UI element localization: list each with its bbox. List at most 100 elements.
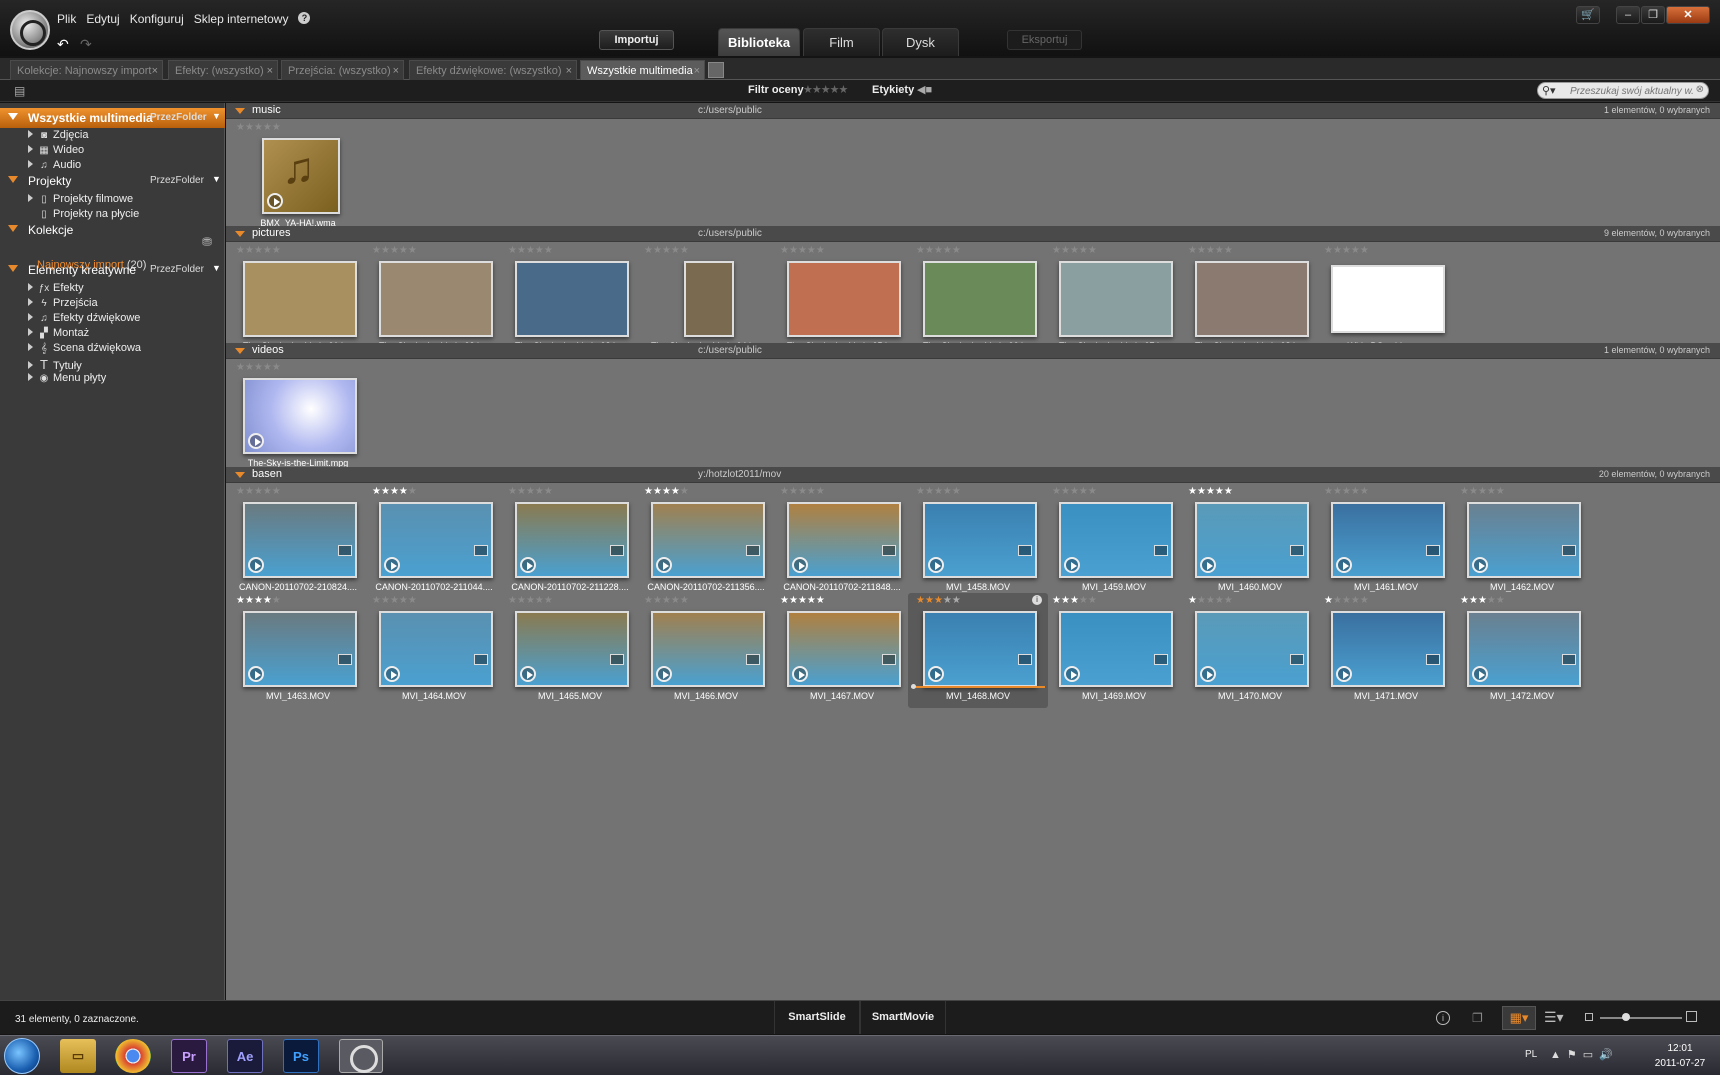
rating-stars[interactable]: ★★★★★ bbox=[1324, 595, 1369, 606]
rating-stars[interactable]: ★★★★★ bbox=[372, 595, 417, 606]
sidebar-item-transitions[interactable]: ϟ Przejścia bbox=[28, 297, 98, 313]
expand-arrow-icon[interactable] bbox=[28, 343, 33, 351]
stack-view-icon[interactable]: ❐ bbox=[1472, 1011, 1488, 1025]
rating-stars[interactable]: ★★★★★ bbox=[1460, 486, 1505, 497]
close-tab-icon[interactable]: × bbox=[152, 61, 158, 80]
media-item[interactable]: ★★★★★ MVI_1459.MOV bbox=[1044, 484, 1184, 599]
zoom-slider-handle[interactable] bbox=[1622, 1013, 1630, 1021]
play-icon[interactable] bbox=[1472, 666, 1488, 682]
sidebar-creative-elements[interactable]: Elementy kreatywne PrzezFolder ▼ bbox=[0, 260, 225, 280]
media-item[interactable]: ★★★★★ CANON-20110702-211044.... bbox=[364, 484, 504, 599]
expand-arrow-icon[interactable] bbox=[28, 373, 33, 381]
expand-icon[interactable] bbox=[8, 225, 18, 232]
search-box[interactable]: ⚲▾ ⊗ bbox=[1537, 82, 1709, 99]
media-item[interactable]: ★★★★★ MVI_1461.MOV bbox=[1316, 484, 1456, 599]
clear-icon[interactable]: ⊗ bbox=[1696, 84, 1704, 95]
thumbnail[interactable] bbox=[1059, 261, 1173, 337]
thumbnail[interactable] bbox=[1467, 502, 1581, 578]
media-item[interactable]: ★★★★★ MVI_1471.MOV bbox=[1316, 593, 1456, 708]
undo-icon[interactable]: ↶ bbox=[57, 36, 69, 53]
thumbnail[interactable] bbox=[1331, 502, 1445, 578]
media-item[interactable]: ★★★★★ The-Sky-is-the-Limit.mpg bbox=[228, 360, 368, 475]
group-header[interactable]: videos c:/users/public 1 elementów, 0 wybr… bbox=[226, 343, 1720, 359]
sidebar-item-sound-effects[interactable]: ♫ Efekty dźwiękowe bbox=[28, 312, 140, 328]
thumbnail[interactable] bbox=[243, 378, 357, 454]
sidebar-item-effects[interactable]: ƒx Efekty bbox=[28, 282, 84, 298]
clock-date[interactable]: 2011-07-27 bbox=[1645, 1058, 1715, 1069]
thumbnail[interactable] bbox=[1195, 261, 1309, 337]
rating-stars[interactable]: ★★★★★ bbox=[236, 245, 281, 256]
play-icon[interactable] bbox=[248, 666, 264, 682]
rating-stars[interactable]: ★★★★★ bbox=[1324, 486, 1369, 497]
play-icon[interactable] bbox=[1336, 666, 1352, 682]
rating-stars[interactable]: ★★★★★ bbox=[916, 245, 961, 256]
thumbnail[interactable] bbox=[1059, 502, 1173, 578]
collapse-icon[interactable] bbox=[235, 108, 245, 114]
subtab-effects[interactable]: Efekty: (wszystko) × bbox=[168, 60, 278, 80]
play-icon[interactable] bbox=[248, 557, 264, 573]
sidebar-all-media[interactable]: Wszystkie multimedia PrzezFolder ▼ bbox=[0, 108, 225, 128]
subtab-transitions[interactable]: Przejścia: (wszystko) × bbox=[281, 60, 404, 80]
play-icon[interactable] bbox=[384, 666, 400, 682]
dropdown-icon[interactable]: ▼ bbox=[212, 263, 221, 273]
search-input[interactable] bbox=[1570, 84, 1694, 98]
expand-arrow-icon[interactable] bbox=[28, 283, 33, 291]
thumbnail[interactable] bbox=[923, 611, 1037, 687]
rating-stars[interactable]: ★★★★★ bbox=[508, 245, 553, 256]
smartmovie-button[interactable]: SmartMovie bbox=[860, 1001, 946, 1034]
media-item[interactable]: ★★★★★ CANON-20110702-211848.... bbox=[772, 484, 912, 599]
close-tab-icon[interactable]: × bbox=[694, 61, 700, 80]
media-item[interactable]: ★★★★★The-Sky-is-the-Limit_08.jpg bbox=[1180, 243, 1320, 358]
app-logo[interactable] bbox=[10, 10, 50, 50]
view-mode[interactable]: PrzezFolder bbox=[150, 112, 207, 123]
sidebar-item-titles[interactable]: T Tytuły bbox=[28, 357, 82, 373]
thumbnail[interactable] bbox=[1195, 502, 1309, 578]
maximize-button[interactable]: ❐ bbox=[1641, 6, 1665, 24]
thumbnail[interactable] bbox=[515, 261, 629, 337]
rating-stars[interactable]: ★★★★★ bbox=[644, 595, 689, 606]
expand-arrow-icon[interactable] bbox=[28, 160, 33, 168]
rating-stars[interactable]: ★★★★★ bbox=[508, 595, 553, 606]
play-icon[interactable] bbox=[928, 666, 944, 682]
rating-stars[interactable]: ★★★★★ bbox=[1052, 595, 1097, 606]
after-effects-icon[interactable]: Ae bbox=[227, 1039, 263, 1073]
sidebar-item-video[interactable]: ▦ Wideo bbox=[28, 144, 84, 160]
minimize-button[interactable]: – bbox=[1616, 6, 1640, 24]
smartslide-button[interactable]: SmartSlide bbox=[774, 1001, 860, 1034]
expand-arrow-icon[interactable] bbox=[28, 130, 33, 138]
rating-stars[interactable]: ★★★★★ bbox=[1188, 486, 1233, 497]
media-item[interactable]: ★★★★★ MVI_1458.MOV bbox=[908, 484, 1048, 599]
chrome-icon[interactable] bbox=[115, 1039, 151, 1073]
new-tab-icon[interactable] bbox=[708, 62, 724, 78]
media-item[interactable]: ★★★★★ MVI_1466.MOV bbox=[636, 593, 776, 708]
rating-stars[interactable]: ★★★★★ bbox=[780, 595, 825, 606]
media-item[interactable]: ★★★★★ CANON-20110702-211356.... bbox=[636, 484, 776, 599]
rating-stars[interactable]: ★★★★★ bbox=[236, 595, 281, 606]
rating-stars[interactable]: ★★★★★ bbox=[1460, 595, 1505, 606]
thumbnail[interactable] bbox=[1195, 611, 1309, 687]
media-item[interactable]: ★★★★★The-Sky-is-the-Limit_02.jpg bbox=[364, 243, 504, 358]
rating-filter-stars[interactable]: ★★★★★ bbox=[803, 83, 848, 96]
play-icon[interactable] bbox=[520, 557, 536, 573]
group-header[interactable]: basen y:/hotzlot2011/mov 20 elementów, 0 w… bbox=[226, 467, 1720, 483]
rating-stars[interactable]: ★★★★★ bbox=[236, 122, 281, 133]
media-item[interactable]: ★★★★★ MVI_1472.MOV bbox=[1452, 593, 1592, 708]
subtab-all-media[interactable]: Wszystkie multimedia × bbox=[580, 60, 705, 80]
add-collection-icon[interactable]: ⛃ bbox=[202, 235, 212, 249]
expand-arrow-icon[interactable] bbox=[28, 361, 33, 369]
expand-arrow-icon[interactable] bbox=[28, 328, 33, 336]
thumbnail[interactable] bbox=[1331, 265, 1445, 333]
rating-stars[interactable]: ★★★★★ bbox=[1052, 486, 1097, 497]
media-item[interactable]: ★★★★★ MVI_1469.MOV bbox=[1044, 593, 1184, 708]
rating-stars[interactable]: ★★★★★ bbox=[1052, 245, 1097, 256]
thumbnail[interactable] bbox=[515, 611, 629, 687]
play-icon[interactable] bbox=[656, 557, 672, 573]
menu-edit[interactable]: Edytuj bbox=[86, 12, 119, 26]
expand-arrow-icon[interactable] bbox=[28, 298, 33, 306]
sidebar-item-photos[interactable]: ◙ Zdjęcia bbox=[28, 129, 88, 145]
view-mode[interactable]: PrzezFolder bbox=[150, 175, 204, 186]
start-button[interactable] bbox=[4, 1038, 40, 1074]
play-icon[interactable] bbox=[1336, 557, 1352, 573]
menu-file[interactable]: Plik bbox=[57, 12, 76, 26]
play-icon[interactable] bbox=[1200, 557, 1216, 573]
